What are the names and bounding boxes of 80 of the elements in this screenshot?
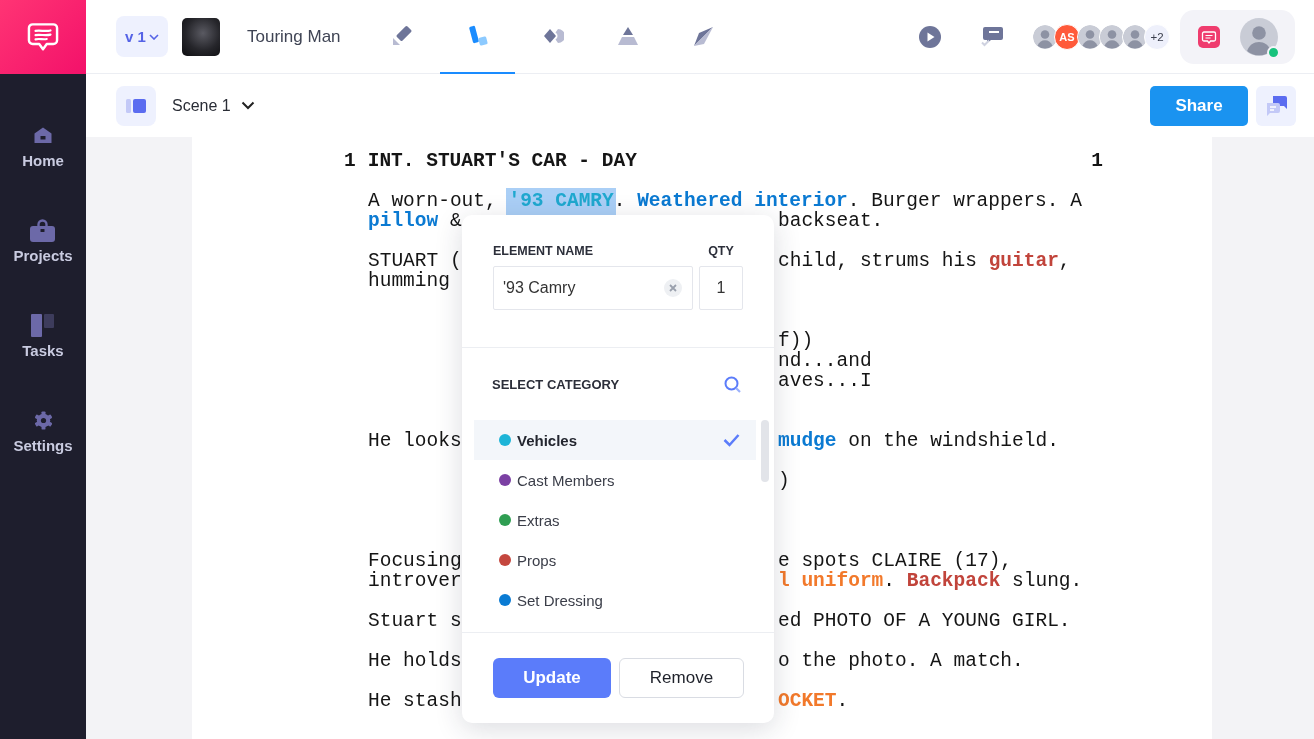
play-icon[interactable] — [918, 25, 941, 48]
script-text: f)) — [778, 331, 814, 351]
chat-bubble-icon — [27, 22, 59, 52]
script-text: He stash — [368, 691, 462, 711]
update-button[interactable]: Update — [493, 658, 611, 698]
clear-icon[interactable] — [664, 279, 682, 297]
panel-toggle-button[interactable] — [116, 85, 156, 126]
chevron-down-icon — [240, 101, 255, 110]
category-item[interactable]: Props — [474, 540, 756, 580]
avatar-icon[interactable] — [1099, 23, 1125, 50]
category-item[interactable]: Vehicles — [474, 420, 756, 460]
script-text: He looks — [368, 431, 462, 451]
script-text: aves...I — [778, 371, 872, 391]
nav-item[interactable]: Home — [22, 123, 64, 169]
element-name-field[interactable]: '93 Camry — [493, 266, 693, 310]
script-text: Stuart s — [368, 611, 462, 631]
script-text: STUART ( — [368, 251, 462, 271]
board-icon — [31, 313, 55, 337]
nav-item[interactable]: Projects — [13, 218, 73, 264]
more-users-count[interactable]: +2 — [1144, 23, 1170, 50]
section-title: SELECT CATEGORY — [492, 376, 620, 392]
qty-field[interactable]: 1 — [699, 266, 743, 310]
house-icon — [34, 127, 52, 143]
scene-number: 1 — [1091, 151, 1103, 171]
chat-bubbles-icon — [1265, 95, 1287, 116]
eraser-icon — [391, 25, 414, 47]
version-dropdown[interactable]: v 1 — [116, 16, 168, 57]
avatar-icon[interactable] — [1076, 23, 1103, 50]
briefcase-icon — [30, 218, 56, 242]
script-text: OCKET. — [778, 691, 849, 711]
comments-button[interactable] — [1256, 85, 1296, 126]
script-text: e spots CLAIRE (17), — [778, 551, 1013, 571]
category-item[interactable]: Cast Members — [474, 460, 756, 500]
search-icon[interactable] — [724, 375, 741, 393]
tagged-element[interactable]: pillow — [368, 210, 439, 232]
script-text: He holds — [368, 651, 462, 671]
scrollbar-thumb[interactable] — [761, 420, 769, 482]
nav-item[interactable]: Tasks — [22, 313, 64, 359]
script-text: l uniform. Backpack slung. — [778, 571, 1083, 591]
script-text: mudge on the windshield. — [778, 431, 1059, 451]
scene-number: 1 — [344, 151, 356, 171]
photo-placeholder — [182, 17, 220, 56]
script-text: child, strums his guitar, — [778, 251, 1071, 271]
script-text: introver — [368, 571, 462, 591]
script-text: pillow & — [368, 211, 462, 231]
field-label: QTY — [708, 243, 734, 259]
scene-heading: INT. STUART'S CAR - DAY — [367, 151, 637, 171]
script-text: humming — [368, 271, 450, 291]
tagged-element[interactable]: Weathered interior — [637, 190, 848, 212]
comment-check-icon[interactable] — [980, 26, 1004, 47]
sidebar-layout-icon — [126, 97, 146, 114]
blocks-icon — [466, 25, 489, 47]
script-text: ) — [778, 471, 790, 491]
chat-bubble-icon — [1198, 25, 1220, 48]
avatar-icon[interactable] — [1121, 23, 1148, 50]
diamond-icon — [541, 26, 564, 46]
chevron-down-icon — [148, 33, 159, 40]
app-logo[interactable] — [0, 0, 86, 74]
user-menu[interactable] — [1180, 9, 1295, 64]
scene-dropdown[interactable]: Scene 1 — [172, 96, 255, 115]
script-text: nd...and — [778, 351, 872, 371]
check-icon — [723, 433, 740, 447]
script-text: backseat. — [778, 211, 884, 231]
settings-icon — [33, 410, 53, 430]
nav-item[interactable]: Settings — [13, 408, 73, 454]
pen-nib-icon — [691, 25, 714, 47]
avatar-icon[interactable] — [1240, 17, 1278, 56]
remove-button[interactable]: Remove — [619, 658, 744, 698]
field-label: ELEMENT NAME — [493, 243, 593, 259]
avatar-icon[interactable] — [1031, 23, 1058, 50]
script-text: ed PHOTO OF A YOUNG GIRL. — [778, 611, 1071, 631]
category-item[interactable]: Set Dressing — [474, 580, 756, 620]
script-text: Focusing — [368, 551, 462, 571]
category-item[interactable]: Extras — [474, 500, 756, 540]
script-text: o the photo. A match. — [778, 651, 1024, 671]
tagged-element[interactable]: guitar — [988, 250, 1059, 272]
triangle-icon — [616, 26, 639, 46]
tagged-element[interactable]: mudge — [778, 430, 837, 452]
tagged-element[interactable]: Backpack — [906, 570, 1001, 592]
project-title: Touring Man — [247, 26, 341, 46]
